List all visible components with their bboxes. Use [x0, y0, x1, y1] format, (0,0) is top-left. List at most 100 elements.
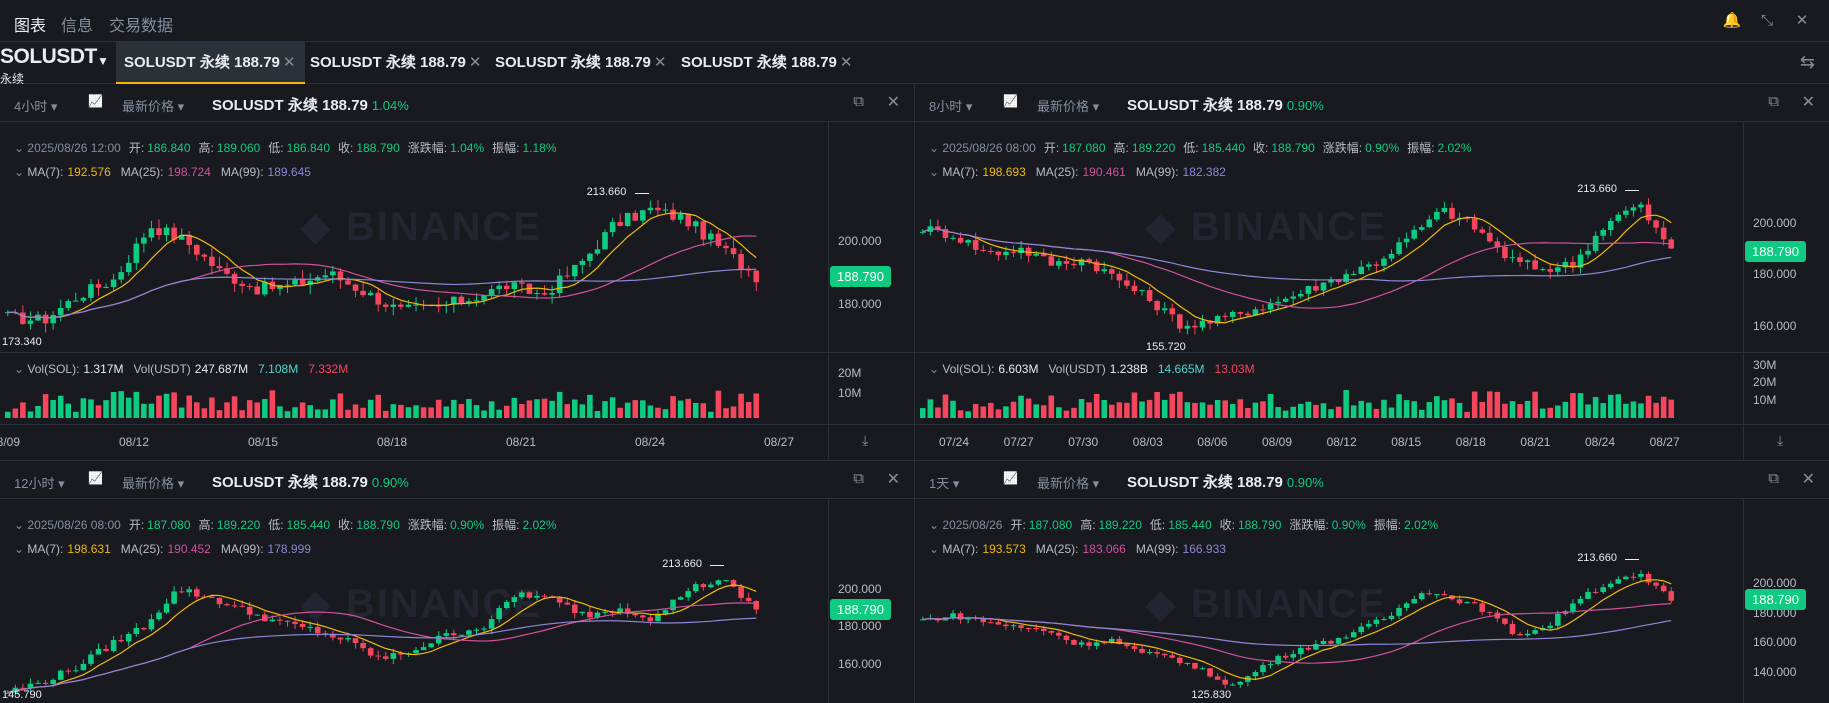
candle-body: [632, 212, 639, 221]
volume-bar: [965, 411, 971, 418]
vol-sol-value: 6.603M: [998, 362, 1039, 376]
symbol-tab-label: SOLUSDT 永续 188.79: [310, 54, 466, 71]
candle-body: [1607, 583, 1614, 588]
price-axis-border: [1743, 499, 1744, 703]
volume-bar: [1003, 406, 1009, 418]
auto-scale-icon[interactable]: ⤓: [862, 432, 868, 449]
candle-body: [360, 290, 366, 296]
chart-panel-1: 4小时 ▾ 📈 最新价格 ▾ SOLUSDT 永续 188.79 1.04% ⧉ ✕ ⌄ 20…: [0, 84, 914, 460]
x-tick-label: 08/21: [1520, 435, 1551, 449]
y-tick-label: 200.000: [838, 234, 882, 249]
close-icon[interactable]: ✕: [1802, 92, 1815, 112]
candle-body: [519, 592, 525, 598]
maximize-icon[interactable]: ⧉: [1768, 470, 1779, 487]
candlestick-chart[interactable]: [915, 461, 1743, 703]
volume-bar: [330, 399, 336, 418]
volume-bar: [413, 405, 419, 418]
candle-body: [231, 273, 238, 284]
candle-body: [95, 648, 102, 655]
collapse-icon[interactable]: ⌄: [929, 362, 942, 376]
symbol-tab-4[interactable]: SOLUSDT 永续 188.79 ✕: [673, 42, 862, 84]
candle-body: [1555, 613, 1561, 626]
candle-body: [246, 606, 253, 615]
candle-body: [1638, 573, 1644, 577]
volume-bar: [624, 402, 631, 418]
last-price-tag: 188.790: [1745, 588, 1806, 610]
tab-chart[interactable]: 图表: [14, 12, 46, 36]
candlestick-chart[interactable]: [915, 84, 1743, 460]
candle-body: [50, 679, 56, 684]
volume-bar: [1555, 405, 1561, 418]
maximize-icon[interactable]: ⧉: [853, 470, 864, 487]
volume-bar: [1411, 401, 1417, 418]
auto-scale-icon[interactable]: ⤓: [1777, 432, 1783, 449]
candle-body: [511, 597, 518, 602]
bell-icon[interactable]: 🔔: [1722, 11, 1742, 31]
swap-icon[interactable]: ⇆: [1800, 52, 1815, 73]
close-icon[interactable]: ✕: [654, 54, 667, 71]
symbol-tab-2[interactable]: SOLUSDT 永续 188.79 ✕: [302, 42, 491, 84]
candle-body: [103, 286, 109, 288]
chevron-down-icon[interactable]: ▼: [97, 54, 109, 68]
volume-bar: [1131, 392, 1138, 418]
close-icon[interactable]: ✕: [469, 54, 482, 71]
candle-body: [156, 612, 162, 620]
candle-body: [1252, 672, 1259, 677]
candle-body: [239, 283, 245, 287]
candlestick-chart[interactable]: [0, 84, 828, 460]
candle-body: [753, 270, 759, 283]
candle-body: [1471, 602, 1478, 604]
volume-bar: [42, 394, 49, 418]
maximize-icon[interactable]: ⧉: [853, 93, 864, 110]
volume-bar: [1109, 404, 1115, 418]
candle-body: [73, 300, 79, 302]
close-icon[interactable]: ✕: [887, 469, 900, 489]
candle-body: [1131, 285, 1138, 292]
volume-bar: [655, 407, 661, 418]
close-icon[interactable]: ✕: [1792, 11, 1812, 31]
candle-body: [178, 591, 185, 593]
volume-bar: [262, 399, 268, 418]
volume-bar: [12, 408, 19, 418]
candle-body: [988, 250, 994, 252]
vol-tick-label: 20M: [838, 366, 862, 380]
collapse-icon[interactable]: ⤡: [1757, 11, 1777, 31]
close-icon[interactable]: ✕: [283, 54, 296, 71]
candle-body: [345, 638, 351, 640]
candle-body: [1645, 573, 1652, 583]
candle-body: [488, 289, 495, 296]
candle-body: [1207, 668, 1213, 677]
candle-body: [980, 249, 987, 251]
candle-body: [390, 304, 397, 307]
candle-body: [1078, 642, 1085, 645]
volume-bar: [148, 403, 155, 418]
volume-bar: [1638, 403, 1644, 418]
y-tick-label: 160.000: [1753, 319, 1797, 334]
candle-body: [1267, 303, 1274, 310]
volume-bar: [65, 403, 72, 418]
symbol-tab-3[interactable]: SOLUSDT 永续 188.79 ✕: [487, 42, 676, 84]
tab-info[interactable]: 信息: [61, 12, 93, 36]
volume-bar: [609, 397, 616, 418]
candle-body: [201, 254, 208, 257]
volume-bar: [367, 399, 374, 418]
candle-body: [957, 613, 964, 620]
y-tick-label: 140.000: [1753, 664, 1797, 679]
close-icon[interactable]: ✕: [887, 92, 900, 112]
candlestick-chart[interactable]: [0, 461, 828, 703]
candle-body: [1645, 204, 1652, 221]
close-icon[interactable]: ✕: [840, 54, 853, 71]
collapse-icon[interactable]: ⌄: [14, 362, 27, 376]
candle-body: [745, 597, 752, 601]
tab-trading-data[interactable]: 交易数据: [109, 12, 173, 36]
symbol-name[interactable]: SOLUSDT: [0, 45, 97, 69]
volume-bar: [632, 400, 639, 418]
candle-body: [564, 275, 570, 277]
symbol-tab-1[interactable]: SOLUSDT 永续 188.79 ✕: [116, 42, 306, 84]
high-marker-line: [1625, 189, 1640, 191]
candle-body: [950, 613, 956, 618]
x-tick-label: 07/30: [1068, 435, 1099, 449]
close-icon[interactable]: ✕: [1802, 469, 1815, 489]
volume-bar: [322, 409, 329, 418]
maximize-icon[interactable]: ⧉: [1768, 93, 1779, 110]
